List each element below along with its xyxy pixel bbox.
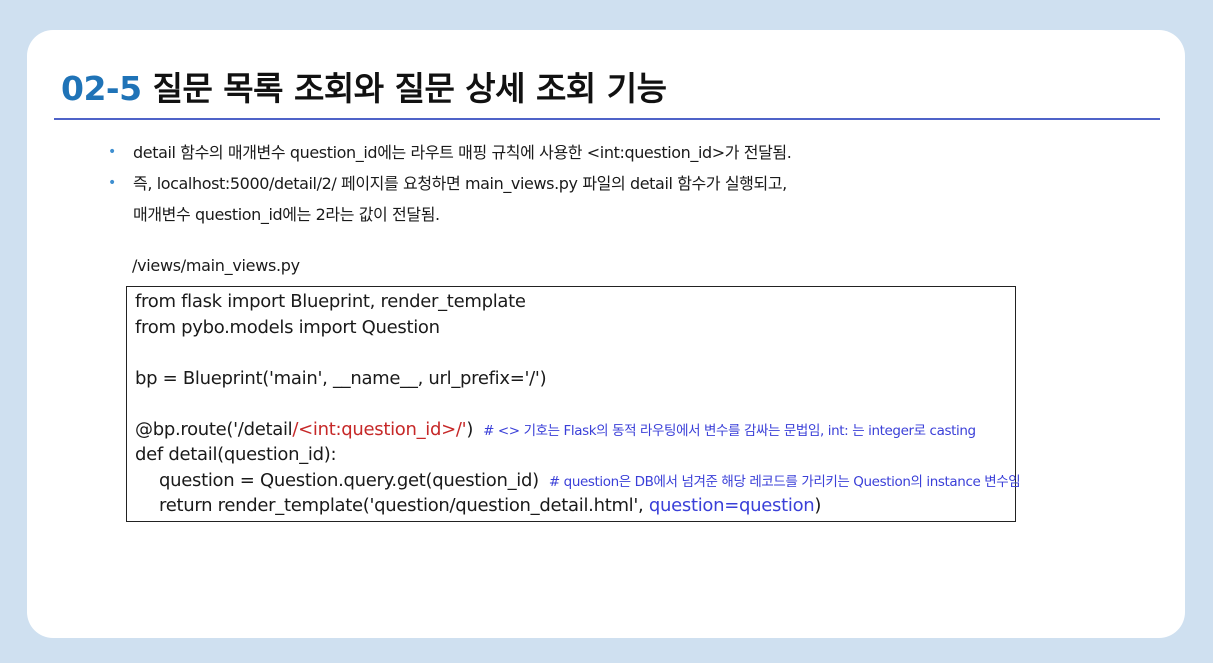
return-arg-highlight: question=question bbox=[648, 495, 815, 516]
code-file-label: /views/main_views.py bbox=[132, 256, 300, 275]
code-line: from flask import Blueprint, render_temp… bbox=[135, 291, 526, 312]
bullet-dot-icon: • bbox=[108, 144, 116, 160]
return-close-paren: ) bbox=[814, 495, 822, 516]
bullet-item: • detail 함수의 매개변수 question_id에는 라우트 매핑 규… bbox=[105, 137, 1145, 168]
slide-title: 02-5 질문 목록 조회와 질문 상세 조회 기능 bbox=[61, 62, 667, 110]
bullet-item: • 즉, localhost:5000/detail/2/ 페이지를 요청하면 … bbox=[105, 168, 1145, 230]
code-block: from flask import Blueprint, render_temp… bbox=[126, 286, 1021, 522]
title-text: 질문 목록 조회와 질문 상세 조회 기능 bbox=[152, 69, 667, 108]
code-line: from pybo.models import Question bbox=[135, 316, 440, 338]
code-line-route: @bp.route('/detail/<int:question_id>/') #… bbox=[135, 417, 1020, 443]
title-divider bbox=[54, 118, 1160, 120]
query-comment: # question은 DB에서 넘겨준 해당 레코드를 가리키는 Questi… bbox=[548, 473, 1021, 490]
section-number: 02-5 bbox=[61, 69, 142, 108]
slide-card: 02-5 질문 목록 조회와 질문 상세 조회 기능 • detail 함수의 … bbox=[27, 30, 1185, 638]
route-comment: # <> 기호는 Flask의 동적 라우팅에서 변수를 감싸는 문법임, in… bbox=[483, 422, 976, 439]
bullet-list: • detail 함수의 매개변수 question_id에는 라우트 매핑 규… bbox=[105, 137, 1145, 230]
bullet-text: detail 함수의 매개변수 question_id에는 라우트 매핑 규칙에… bbox=[133, 143, 792, 162]
code-line-return: return render_template('question/questio… bbox=[135, 493, 1020, 519]
return-statement: return render_template('question/questio… bbox=[159, 495, 649, 516]
code-content: from flask import Blueprint, render_temp… bbox=[135, 289, 1021, 519]
code-line-query: question = Question.query.get(question_i… bbox=[135, 468, 1021, 494]
bullet-text: 즉, localhost:5000/detail/2/ 페이지를 요청하면 ma… bbox=[133, 174, 787, 193]
route-param-highlight: /<int:question_id>/' bbox=[292, 418, 467, 440]
code-line: bp = Blueprint('main', __name__, url_pre… bbox=[135, 367, 547, 389]
code-line: def detail(question_id): bbox=[135, 444, 337, 465]
bullet-text-continued: 매개변수 question_id에는 2라는 값이 전달됨. bbox=[133, 205, 440, 224]
route-decorator: @bp.route('/detail bbox=[135, 418, 293, 440]
route-close-paren: ) bbox=[466, 418, 474, 440]
query-statement: question = Question.query.get(question_i… bbox=[159, 469, 539, 491]
bullet-dot-icon: • bbox=[108, 175, 116, 191]
